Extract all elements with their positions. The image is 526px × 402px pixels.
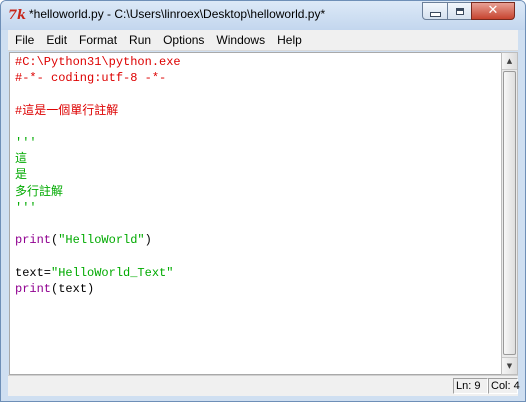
code-token-string: "HelloWorld"	[58, 233, 145, 248]
code-line[interactable]: #-*- coding:utf-8 -*-	[15, 71, 166, 86]
code-line[interactable]: text="HelloWorld_Text"	[15, 266, 173, 281]
code-line[interactable]: print("HelloWorld")	[15, 233, 152, 248]
code-line[interactable]: print(text)	[15, 282, 94, 297]
maximize-icon	[455, 7, 464, 15]
menu-format[interactable]: Format	[73, 30, 123, 50]
menu-help[interactable]: Help	[271, 30, 308, 50]
idle-app-icon: 7k	[8, 8, 27, 23]
code-token-builtin: print	[15, 281, 52, 296]
menu-run[interactable]: Run	[123, 30, 157, 50]
code-token-default: )	[144, 233, 152, 248]
code-token-string: '''	[15, 200, 37, 215]
menu-bar: File Edit Format Run Options Windows Hel…	[8, 30, 518, 51]
maximize-button[interactable]	[447, 2, 472, 20]
code-token-builtin: print	[15, 233, 52, 248]
column-number-indicator: Col: 4	[488, 378, 520, 394]
code-line[interactable]: 這	[15, 152, 27, 167]
code-token-string: 是	[15, 168, 28, 183]
code-line[interactable]: '''	[15, 201, 37, 216]
code-token-string: "HelloWorld_Text"	[51, 265, 174, 280]
line-number-indicator: Ln: 9	[453, 378, 488, 394]
minimize-icon	[429, 11, 441, 17]
scroll-down-arrow-icon[interactable]: ▼	[502, 357, 517, 374]
code-line[interactable]: 是	[15, 168, 27, 183]
code-token-comment: #C:\Python31\python.exe	[15, 55, 181, 69]
window-title: *helloworld.py - C:\Users\linroex\Deskto…	[29, 7, 326, 21]
code-token-default: text=	[15, 265, 52, 280]
menu-options[interactable]: Options	[157, 30, 210, 50]
code-token-string: 這	[15, 152, 28, 167]
scrollbar-thumb[interactable]	[503, 71, 516, 355]
idle-editor-window: 7k *helloworld.py - C:\Users\linroex\Des…	[0, 0, 526, 402]
menu-file[interactable]: File	[8, 30, 40, 50]
status-bar: Ln: 9 Col: 4	[8, 375, 520, 396]
menu-windows[interactable]: Windows	[210, 30, 271, 50]
code-token-comment: #-*- coding:utf-8 -*-	[15, 71, 167, 86]
title-bar[interactable]: 7k *helloworld.py - C:\Users\linroex\Des…	[1, 1, 525, 30]
code-token-string: '''	[15, 136, 37, 150]
menu-edit[interactable]: Edit	[40, 30, 73, 50]
code-line[interactable]: '''	[15, 136, 37, 151]
code-token-string: 多行註解	[15, 184, 64, 199]
code-line[interactable]: #這是一個單行註解	[15, 104, 118, 119]
vertical-scrollbar[interactable]: ▲ ▼	[501, 52, 518, 375]
code-token-comment: #這是一個單行註解	[15, 103, 119, 118]
code-line[interactable]: #C:\Python31\python.exe	[15, 55, 181, 70]
close-button[interactable]: ✕	[471, 2, 515, 20]
code-editor[interactable]: #C:\Python31\python.exe #-*- coding:utf-8…	[9, 52, 501, 375]
code-token-default: (text)	[51, 281, 95, 296]
close-icon: ✕	[487, 3, 499, 18]
minimize-button[interactable]	[422, 2, 448, 20]
code-line[interactable]: 多行註解	[15, 185, 63, 200]
scroll-up-arrow-icon[interactable]: ▲	[502, 53, 517, 70]
